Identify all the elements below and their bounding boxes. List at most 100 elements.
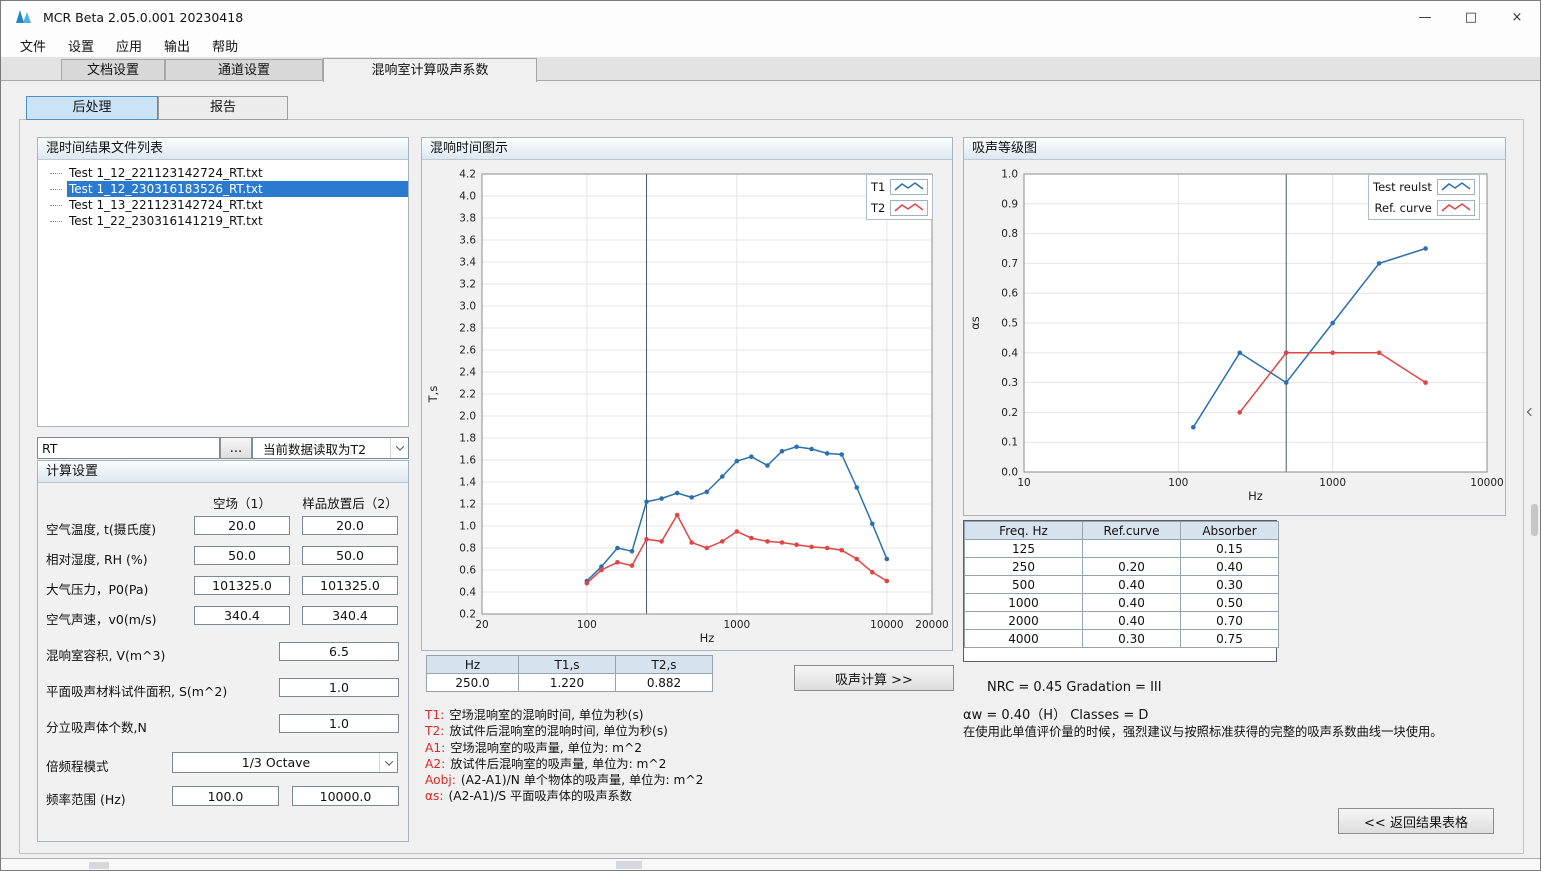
grade-chart-legend: Test reulst Ref. curve (1368, 174, 1480, 220)
data-mode-dropdown[interactable]: 当前数据读取为T2 (252, 437, 409, 459)
collapse-arrow-icon[interactable] (1525, 403, 1537, 421)
svg-text:0.6: 0.6 (459, 565, 476, 577)
column-header-with-sample: 样品放置后（2） (296, 493, 404, 512)
note-alpha-s: αs:(A2-A1)/S 平面吸声体的吸声系数 (425, 788, 703, 804)
svg-text:10000: 10000 (870, 619, 903, 631)
list-item[interactable]: Test 1_12_221123142724_RT.txt (38, 165, 408, 181)
svg-text:2.0: 2.0 (459, 411, 476, 423)
label-freq-range: 频率范围 (Hz) (46, 789, 126, 808)
menu-output[interactable]: 输出 (153, 34, 201, 57)
back-to-results-button[interactable]: << 返回结果表格 (1338, 808, 1494, 834)
input-room-volume[interactable] (279, 642, 399, 661)
menu-settings[interactable]: 设置 (57, 34, 105, 57)
list-item[interactable]: Test 1_13_221123142724_RT.txt (38, 197, 408, 213)
svg-text:20000: 20000 (915, 619, 948, 631)
svg-text:3.0: 3.0 (459, 301, 476, 313)
svg-text:3.6: 3.6 (459, 235, 476, 247)
menu-help[interactable]: 帮助 (201, 34, 249, 57)
input-sound-speed-2[interactable] (302, 606, 398, 625)
nrc-result: NRC = 0.45 Gradation = III (987, 680, 1162, 695)
svg-text:1.6: 1.6 (459, 455, 476, 467)
tree-branch-icon (50, 173, 62, 174)
legend-label-t2: T2 (871, 201, 885, 215)
tab-document-settings[interactable]: 文档设置 (61, 59, 165, 81)
browse-button[interactable]: ... (220, 437, 252, 459)
column-header-empty-room: 空场（1） (194, 493, 290, 512)
legend-entry-test-result: Test reulst (1373, 177, 1475, 196)
svg-text:0.5: 0.5 (1001, 318, 1018, 330)
maximize-button[interactable]: □ (1448, 1, 1494, 33)
readout-header-hz: Hz (427, 656, 519, 674)
svg-text:4.0: 4.0 (459, 191, 476, 203)
svg-text:0.9: 0.9 (1001, 198, 1018, 210)
input-humidity-2[interactable] (302, 546, 398, 565)
input-freq-min[interactable] (172, 786, 279, 806)
svg-text:3.2: 3.2 (459, 279, 476, 291)
minimize-button[interactable]: — (1402, 1, 1448, 33)
input-absorber-count[interactable] (279, 714, 399, 733)
tab-postprocess[interactable]: 后处理 (26, 96, 158, 120)
label-octave-mode: 倍频程模式 (46, 756, 109, 775)
svg-text:10: 10 (1017, 477, 1030, 489)
calc-settings-title: 计算设置 (38, 461, 408, 483)
menu-file[interactable]: 文件 (9, 34, 57, 57)
rt-chart[interactable]: 0.20.40.60.81.01.21.41.61.82.02.22.42.62… (422, 160, 954, 652)
label-air-temperature: 空气温度, t(摄氏度) (46, 519, 156, 538)
list-item[interactable]: Test 1_22_230316141219_RT.txt (38, 213, 408, 229)
rt-chart-legend: T1 T2 (866, 174, 933, 220)
svg-text:0.4: 0.4 (459, 587, 476, 599)
note-a1: A1:空场混响室的吸声量, 单位为: m^2 (425, 740, 703, 756)
label-pressure: 大气压力，P0(Pa) (46, 579, 148, 598)
input-air-temperature-1[interactable] (194, 516, 290, 535)
svg-text:1.0: 1.0 (459, 521, 476, 533)
tree-branch-icon (50, 221, 62, 222)
input-freq-max[interactable] (292, 786, 399, 806)
data-mode-value: 当前数据读取为T2 (253, 439, 390, 458)
octave-mode-value: 1/3 Octave (173, 755, 379, 770)
label-sound-speed: 空气声速，v0(m/s) (46, 609, 157, 628)
rt-name-input[interactable] (37, 437, 220, 459)
grade-header-absorber: Absorber (1181, 522, 1279, 540)
title-bar: MCR Beta 2.05.0.001 20230418 — □ × (1, 1, 1540, 33)
tree-branch-icon (50, 205, 62, 206)
t2-legend-icon (890, 200, 928, 216)
svg-text:1.8: 1.8 (459, 433, 476, 445)
octave-mode-dropdown[interactable]: 1/3 Octave (172, 752, 398, 773)
input-sample-area[interactable] (279, 678, 399, 697)
menu-application[interactable]: 应用 (105, 34, 153, 57)
svg-text:1000: 1000 (723, 619, 750, 631)
close-button[interactable]: × (1494, 1, 1540, 33)
svg-text:0.7: 0.7 (1001, 258, 1018, 270)
input-sound-speed-1[interactable] (194, 606, 290, 625)
input-air-temperature-2[interactable] (302, 516, 398, 535)
svg-text:2.6: 2.6 (459, 345, 476, 357)
svg-text:Hz: Hz (1248, 489, 1263, 503)
notes-block: T1:空场混响室的混响时间, 单位为秒(s) T2:放试件后混响室的混响时间, … (425, 707, 703, 805)
input-pressure-2[interactable] (302, 576, 398, 595)
grade-table: Freq. Hz Ref.curve Absorber 1250.15 2500… (964, 521, 1279, 648)
label-room-volume: 混响室容积, V(m^3) (46, 645, 165, 664)
tab-absorption-calc[interactable]: 混响室计算吸声系数 (323, 58, 537, 82)
window-title: MCR Beta 2.05.0.001 20230418 (43, 10, 243, 25)
tab-channel-settings[interactable]: 通道设置 (165, 59, 323, 81)
scrollbar-thumb[interactable] (1531, 504, 1538, 536)
svg-text:0.0: 0.0 (1001, 467, 1018, 479)
svg-text:Hz: Hz (700, 631, 715, 645)
menu-bar: 文件 设置 应用 输出 帮助 (1, 33, 1540, 57)
aw-result: αw = 0.40（H） Classes = D (963, 704, 1148, 723)
svg-text:0.4: 0.4 (1001, 347, 1018, 359)
label-sample-area: 平面吸声材料试件面积, S(m^2) (46, 681, 227, 700)
input-humidity-1[interactable] (194, 546, 290, 565)
absorption-calc-button[interactable]: 吸声计算 >> (794, 665, 954, 691)
note-t2: T2:放试件后混响室的混响时间, 单位为秒(s) (425, 723, 703, 739)
svg-text:20: 20 (475, 619, 488, 631)
window-controls: — □ × (1402, 1, 1540, 33)
list-item[interactable]: Test 1_12_230316183526_RT.txt (38, 181, 408, 197)
svg-text:1.2: 1.2 (459, 499, 476, 511)
svg-text:0.3: 0.3 (1001, 377, 1018, 389)
advice-text: 在使用此单值评价量的时候，强烈建议与按照标准获得的完整的吸声系数曲线一块使用。 (963, 722, 1443, 740)
input-pressure-1[interactable] (194, 576, 290, 595)
table-row: 2500.200.40 (965, 558, 1279, 576)
legend-entry-t1: T1 (871, 177, 928, 196)
tab-report[interactable]: 报告 (158, 96, 288, 120)
